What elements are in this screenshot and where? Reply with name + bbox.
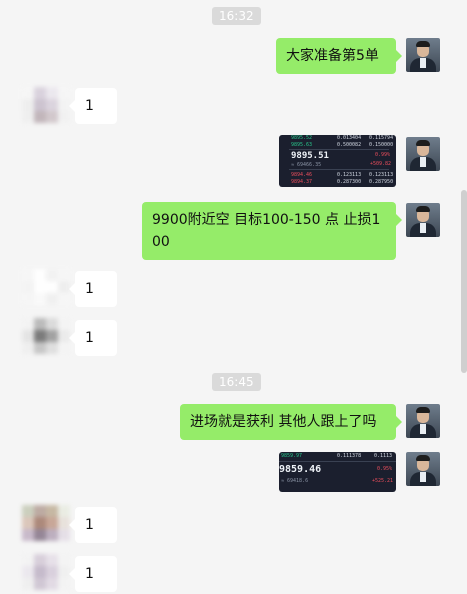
message-bubble-outgoing[interactable]: 大家准备第5单 — [276, 38, 402, 74]
message-bubble-outgoing[interactable]: 9900附近空 目标100-150 点 止损100 — [142, 202, 402, 260]
user-avatar[interactable] — [406, 38, 440, 72]
user-avatar[interactable] — [406, 404, 440, 438]
timestamp: 16:32 — [212, 7, 261, 25]
message-bubble-incoming[interactable]: 1 — [69, 88, 117, 124]
message-bubble-incoming[interactable]: 1 — [69, 320, 117, 356]
message-bubble-incoming[interactable]: 1 — [69, 271, 117, 307]
message-bubble-incoming[interactable]: 1 — [69, 556, 117, 592]
message-bubble-outgoing[interactable]: 进场就是获利 其他人跟上了吗 — [180, 404, 402, 440]
message-bubble-incoming[interactable]: 1 — [69, 507, 117, 543]
contact-avatar[interactable] — [22, 505, 70, 541]
price-label: 9859.46 — [279, 464, 322, 475]
trading-screenshot-image[interactable]: 9859.97 0.111378 0.1113 9859.46 0.95% ≈ … — [279, 452, 396, 492]
scrollbar[interactable] — [461, 190, 467, 373]
user-avatar[interactable] — [406, 203, 440, 237]
timestamp: 16:45 — [212, 373, 261, 391]
contact-avatar[interactable] — [22, 269, 70, 305]
user-avatar[interactable] — [406, 452, 440, 486]
contact-avatar[interactable] — [22, 87, 70, 123]
contact-avatar[interactable] — [22, 318, 70, 354]
trading-screenshot-image[interactable]: 9895.52 0.013404 0.115794 9895.63 0.5000… — [279, 135, 396, 187]
price-label: 9895.51 — [291, 151, 329, 161]
contact-avatar[interactable] — [22, 554, 70, 590]
user-avatar[interactable] — [406, 137, 440, 171]
